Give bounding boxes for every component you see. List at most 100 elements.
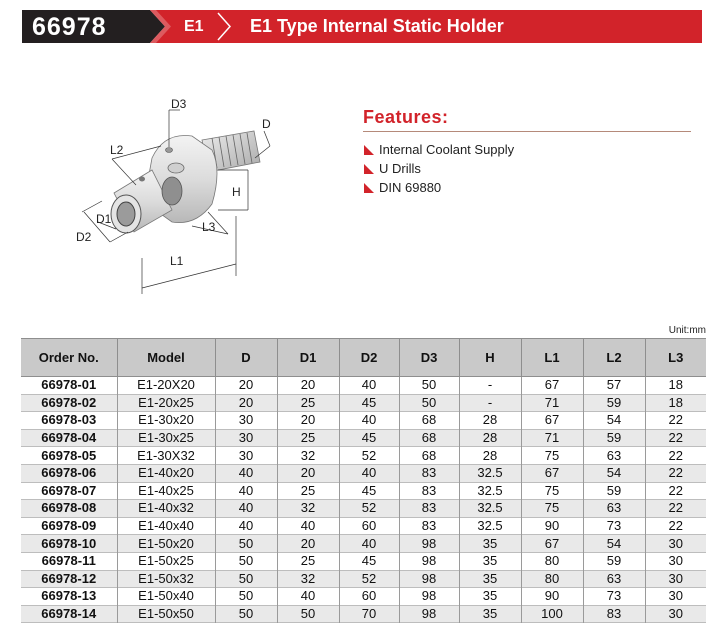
cell-l3: 22: [645, 429, 706, 447]
cell-d3: 83: [399, 517, 460, 535]
red-triangle-icon: [364, 144, 374, 155]
cell-h: 32.5: [459, 517, 522, 535]
page-title: E1 Type Internal Static Holder: [250, 16, 504, 36]
cell-d1: 20: [277, 464, 340, 483]
header-l1: L1: [521, 338, 584, 377]
cell-l1: 67: [521, 376, 584, 395]
cell-l2: 54: [583, 464, 646, 483]
label-d1: D1: [96, 212, 112, 226]
cell-l3: 30: [645, 570, 706, 588]
cell-l1: 67: [521, 464, 584, 483]
header-d: D: [215, 338, 278, 377]
cell-l2: 63: [583, 499, 646, 518]
label-d3: D3: [171, 98, 187, 111]
cell-d1: 25: [277, 482, 340, 500]
cell-order-no: 66978-06: [21, 464, 118, 483]
cell-d3: 83: [399, 499, 460, 518]
cell-l1: 67: [521, 534, 584, 553]
features-title: Features:: [363, 107, 449, 127]
cell-d3: 98: [399, 587, 460, 606]
cell-d1: 32: [277, 446, 340, 465]
table-row: 66978-09 E1-40x40 40 40 60 83 32.5 90 73 22: [21, 517, 706, 535]
cell-d2: 40: [339, 464, 400, 483]
cell-l1: 100: [521, 605, 584, 623]
cell-model: E1-50x40: [117, 587, 216, 606]
cell-h: 32.5: [459, 482, 522, 500]
cell-l2: 59: [583, 552, 646, 571]
cell-d2: 45: [339, 394, 400, 412]
cell-d3: 68: [399, 446, 460, 465]
cell-d3: 50: [399, 376, 460, 395]
cell-l2: 54: [583, 534, 646, 553]
header-d2: D2: [339, 338, 400, 377]
cell-model: E1-40x20: [117, 464, 216, 483]
cell-order-no: 66978-12: [21, 570, 118, 588]
cell-l3: 22: [645, 464, 706, 483]
label-d: D: [262, 117, 271, 131]
cell-model: E1-40x40: [117, 517, 216, 535]
features-list: Internal Coolant Supply U Drills DIN 698…: [363, 140, 693, 197]
cell-d3: 83: [399, 464, 460, 483]
table-row: 66978-03 E1-30x20 30 20 40 68 28 67 54 22: [21, 411, 706, 430]
header-h: H: [459, 338, 522, 377]
table-row: 66978-05 E1-30X32 30 32 52 68 28 75 63 22: [21, 446, 706, 465]
cell-l2: 73: [583, 517, 646, 535]
cell-l3: 18: [668, 377, 683, 393]
cell-l3: 30: [668, 588, 683, 604]
cell-h: 35: [459, 570, 522, 588]
cell-d2: 40: [339, 411, 400, 430]
header-l3: L3: [645, 338, 706, 377]
cell-order-no: 66978-14: [21, 605, 118, 623]
feature-item: U Drills: [363, 159, 693, 178]
feature-item: DIN 69880: [363, 178, 693, 197]
holder-illustration: D3 D L2 H D1 D2 L3 L1: [76, 97, 271, 294]
cell-model: E1-50x25: [117, 552, 216, 571]
cell-l3: 22: [668, 412, 683, 428]
cell-d2: 70: [339, 605, 400, 623]
cell-d: 50: [215, 534, 278, 553]
cell-model: E1-30x25: [117, 429, 216, 447]
cell-d: 50: [215, 605, 278, 623]
cell-model: E1-50x20: [117, 534, 216, 553]
header-model: Model: [117, 338, 216, 377]
cell-d2: 40: [339, 534, 400, 553]
cell-d2: 60: [339, 517, 400, 535]
cell-d1: 20: [277, 534, 340, 553]
cell-d1: 32: [277, 570, 340, 588]
cell-order-no: 66978-05: [21, 446, 118, 465]
label-l1: L1: [170, 254, 184, 268]
cell-d: 20: [215, 394, 278, 412]
cell-l1: 71: [521, 394, 584, 412]
label-d2: D2: [76, 230, 92, 244]
cell-l1: 90: [521, 517, 584, 535]
cell-h: 35: [459, 605, 522, 623]
cell-l1: 67: [521, 411, 584, 430]
cell-d3: 98: [399, 570, 460, 588]
table-row: 66978-02 E1-20x25 20 25 45 50-71 59 18: [21, 394, 706, 412]
cell-d3: 83: [399, 482, 460, 500]
cell-d1: 32: [277, 499, 340, 518]
cell-h: -: [459, 376, 522, 395]
cell-h: 32.5: [459, 499, 522, 518]
table-row: 66978-11 E1-50x25 50 25 45 98 35 80 59 30: [21, 552, 706, 571]
cell-d: 40: [215, 464, 278, 483]
cell-h: 28: [459, 446, 522, 465]
cell-d3: 50: [399, 394, 460, 412]
cell-order-no: 66978-04: [21, 429, 118, 447]
cell-d2: 40: [339, 376, 400, 395]
cell-l1: 75: [521, 499, 584, 518]
cell-model: E1-50x32: [117, 570, 216, 588]
label-h: H: [232, 185, 241, 199]
cell-d1: 25: [277, 394, 340, 412]
table-row: 66978-01 E1-20X20 20 20 40 50-67 57 18: [21, 376, 706, 395]
cell-d: 50: [215, 587, 278, 606]
table-row: 66978-08 E1-40x32 40 32 52 83 32.5 75 63 22: [21, 499, 706, 518]
cell-l2: 59: [583, 429, 646, 447]
spec-table: Order No. Model D D1 D2 D3 H L1 L2 L3 66…: [21, 338, 706, 623]
cell-d: 30: [215, 446, 278, 465]
cell-d3: 98: [399, 534, 460, 553]
cell-d2: 52: [339, 499, 400, 518]
header-d3: D3: [399, 338, 460, 377]
cell-d2: 60: [339, 587, 400, 606]
table-row: 66978-10 E1-50x20 50 20 40 98 35 67 54 30: [21, 534, 706, 553]
